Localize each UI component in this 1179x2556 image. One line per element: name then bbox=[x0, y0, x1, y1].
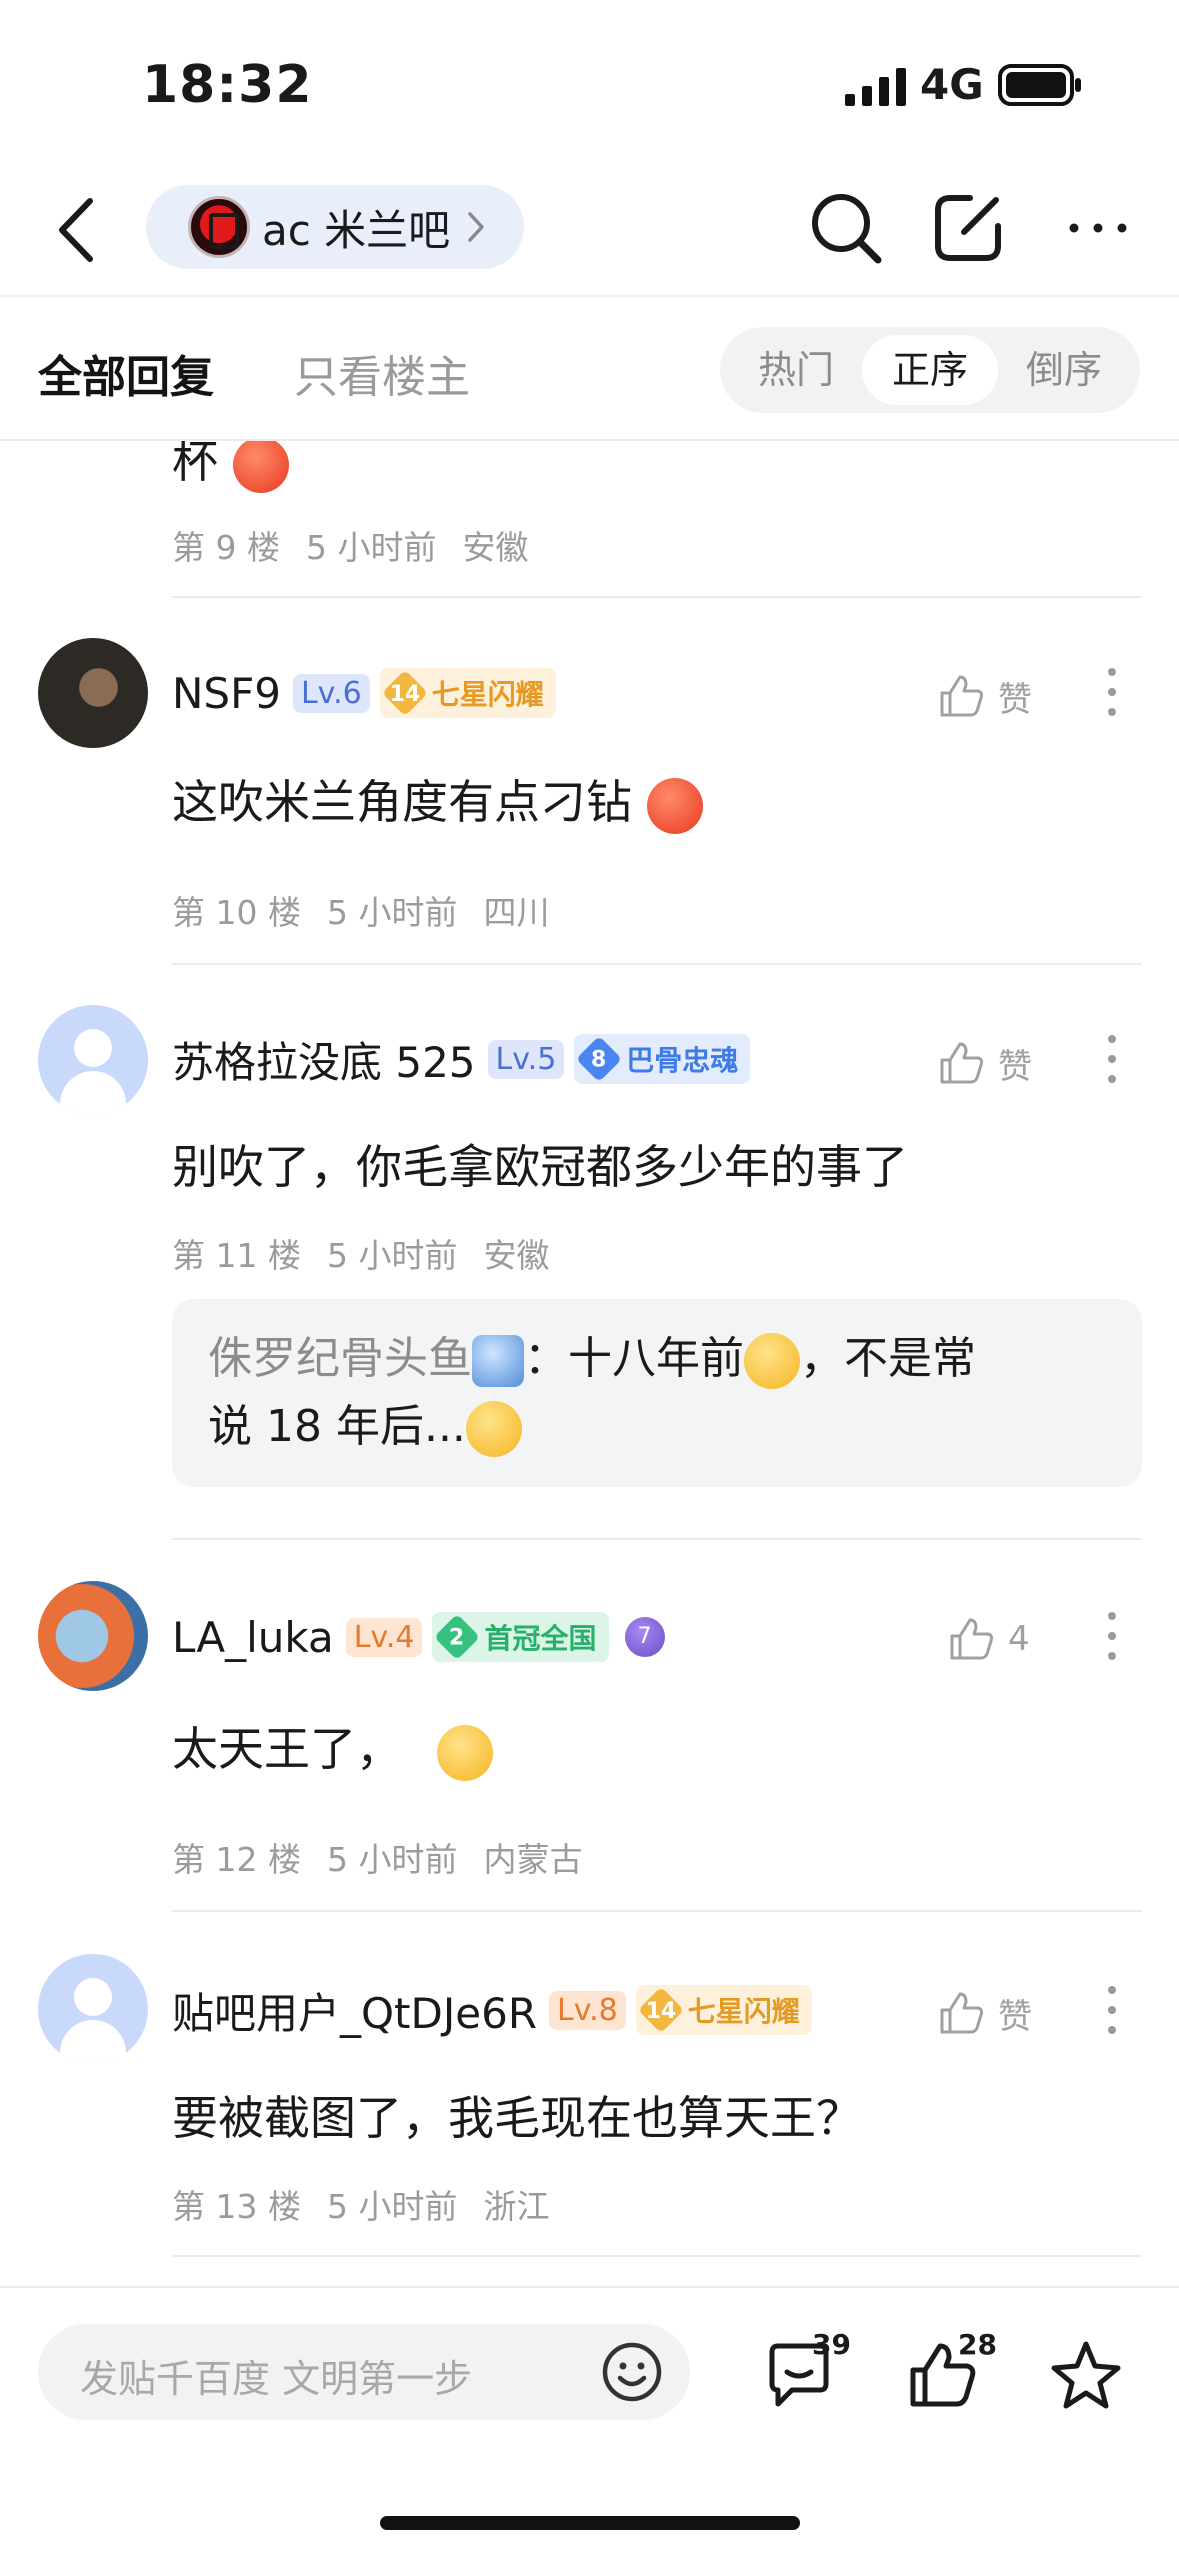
like-button[interactable]: 赞 bbox=[936, 1038, 1032, 1088]
forum-logo bbox=[188, 196, 250, 258]
level-badge: Lv.6 bbox=[292, 673, 370, 713]
user-row: NSF9 Lv.6 14 七星闪耀 bbox=[172, 663, 556, 723]
reply-input[interactable]: 发贴千百度 文明第一步 bbox=[38, 2324, 690, 2420]
username[interactable]: 苏格拉没底 525 bbox=[172, 1029, 476, 1090]
thumbs-up-icon bbox=[940, 1042, 984, 1084]
edit-post-icon[interactable] bbox=[930, 190, 1006, 266]
sort-toggle: 热门 正序 倒序 bbox=[720, 327, 1140, 413]
angry-face-emoji-icon bbox=[232, 441, 289, 493]
thumbs-up-icon bbox=[940, 675, 984, 717]
medal-badge-icon: 7 bbox=[624, 1617, 665, 1657]
level-badge: Lv.8 bbox=[549, 1990, 626, 2030]
user-row: 贴吧用户_QtDJe6R Lv.8 14 七星闪耀 bbox=[172, 1980, 812, 2040]
kebab-menu-icon[interactable] bbox=[1100, 1029, 1124, 1089]
status-time: 18:32 bbox=[142, 55, 313, 115]
reply-input-placeholder: 发贴千百度 文明第一步 bbox=[80, 2357, 473, 2401]
sort-hot[interactable]: 热门 bbox=[728, 335, 864, 405]
level-badge: Lv.4 bbox=[345, 1617, 423, 1657]
username[interactable]: 贴吧用户_QtDJe6R bbox=[172, 1980, 537, 2041]
honor-badge: 14 七星闪耀 bbox=[379, 668, 556, 718]
avatar[interactable] bbox=[38, 1005, 148, 1115]
back-arrow-icon[interactable] bbox=[52, 195, 102, 265]
divider bbox=[172, 2255, 1142, 2257]
status-bar: 18:32 4G bbox=[0, 0, 1179, 170]
star-favorite-icon[interactable] bbox=[1048, 2338, 1124, 2414]
kebab-menu-icon[interactable] bbox=[1100, 1980, 1124, 2040]
username[interactable]: LA_luka bbox=[172, 1613, 334, 1662]
smug-face-emoji-icon bbox=[744, 1333, 800, 1389]
thumbs-up-icon bbox=[940, 1992, 984, 2034]
reply-feed[interactable]: 杯 第 9 楼5 小时前 安徽 NSF9 Lv.6 14 七星闪耀 赞 这吹米兰角… bbox=[0, 441, 1179, 2286]
angry-face-emoji-icon bbox=[646, 777, 703, 834]
cellular-signal-icon bbox=[845, 68, 906, 106]
avatar[interactable] bbox=[38, 638, 148, 748]
like-button[interactable]: 赞 bbox=[936, 1988, 1032, 2038]
chevron-right-icon bbox=[468, 212, 484, 242]
kebab-menu-icon[interactable] bbox=[1100, 662, 1124, 722]
home-indicator[interactable] bbox=[380, 2516, 800, 2530]
avatar[interactable] bbox=[38, 1954, 148, 2064]
network-type: 4G bbox=[920, 60, 984, 109]
user-row: 苏格拉没底 525 Lv.5 8 巴骨忠魂 bbox=[172, 1029, 751, 1090]
top-nav-bar: ac 米兰吧 bbox=[0, 170, 1179, 295]
thumbs-up-icon bbox=[950, 1618, 994, 1660]
like-count: 28 bbox=[958, 2328, 997, 2361]
like-button[interactable]: 4 bbox=[946, 1614, 1030, 1664]
sort-descending[interactable]: 倒序 bbox=[996, 335, 1132, 405]
like-button[interactable]: 赞 bbox=[936, 671, 1032, 721]
honor-badge: 14 七星闪耀 bbox=[635, 1985, 812, 2035]
laughing-face-emoji-icon bbox=[436, 1724, 493, 1781]
avatar[interactable] bbox=[38, 1581, 148, 1691]
divider bbox=[172, 596, 1142, 598]
reply-content: 别吹了，你毛拿欧冠都多少年的事了 bbox=[172, 1140, 908, 1194]
search-icon[interactable] bbox=[808, 190, 884, 266]
forum-link[interactable]: ac 米兰吧 bbox=[146, 185, 524, 269]
user-row: LA_luka Lv.4 2 首冠全国 7 bbox=[172, 1607, 665, 1667]
sub-reply-box[interactable]: 侏罗纪骨头鱼 ：十八年前 ，不是常 说 18 年后... bbox=[172, 1299, 1142, 1487]
reply-meta: 第 11 楼5 小时前 安徽 bbox=[172, 1236, 550, 1275]
battery-icon bbox=[998, 64, 1081, 106]
reply-filter-tabs: 全部回复 只看楼主 热门 正序 倒序 bbox=[0, 295, 1179, 441]
party-face-emoji-icon bbox=[465, 1401, 522, 1457]
wave-emoji-icon bbox=[472, 1335, 524, 1387]
divider bbox=[172, 963, 1142, 965]
more-options-icon[interactable] bbox=[1060, 190, 1136, 266]
reply-content: 这吹米兰角度有点刁钻 bbox=[172, 766, 703, 834]
emoji-picker-icon[interactable] bbox=[600, 2340, 664, 2404]
forum-name: ac 米兰吧 bbox=[262, 205, 451, 255]
reply-meta: 第 10 楼5 小时前 四川 bbox=[172, 893, 550, 932]
divider bbox=[172, 1538, 1142, 1540]
tab-all-replies[interactable]: 全部回复 bbox=[38, 341, 214, 405]
tab-owner-only[interactable]: 只看楼主 bbox=[294, 341, 470, 405]
reply-content: 杯 bbox=[172, 441, 289, 493]
reply-meta: 第 9 楼5 小时前 安徽 bbox=[172, 528, 529, 567]
sort-ascending[interactable]: 正序 bbox=[862, 335, 998, 405]
reply-content: 要被截图了，我毛现在也算天王？ bbox=[172, 2091, 862, 2145]
kebab-menu-icon[interactable] bbox=[1100, 1606, 1124, 1666]
reply-meta: 第 12 楼5 小时前 内蒙古 bbox=[172, 1840, 583, 1879]
username[interactable]: NSF9 bbox=[172, 669, 281, 718]
divider bbox=[172, 1910, 1142, 1912]
reply-content: 太天王了， bbox=[172, 1713, 493, 1781]
sub-reply-username[interactable]: 侏罗纪骨头鱼 bbox=[208, 1333, 472, 1384]
bottom-action-bar: 发贴千百度 文明第一步 39 28 bbox=[0, 2286, 1179, 2556]
honor-badge: 2 首冠全国 bbox=[432, 1612, 609, 1662]
comment-count: 39 bbox=[812, 2328, 851, 2361]
reply-meta: 第 13 楼5 小时前 浙江 bbox=[172, 2187, 550, 2226]
level-badge: Lv.5 bbox=[487, 1039, 565, 1079]
honor-badge: 8 巴骨忠魂 bbox=[574, 1034, 751, 1084]
